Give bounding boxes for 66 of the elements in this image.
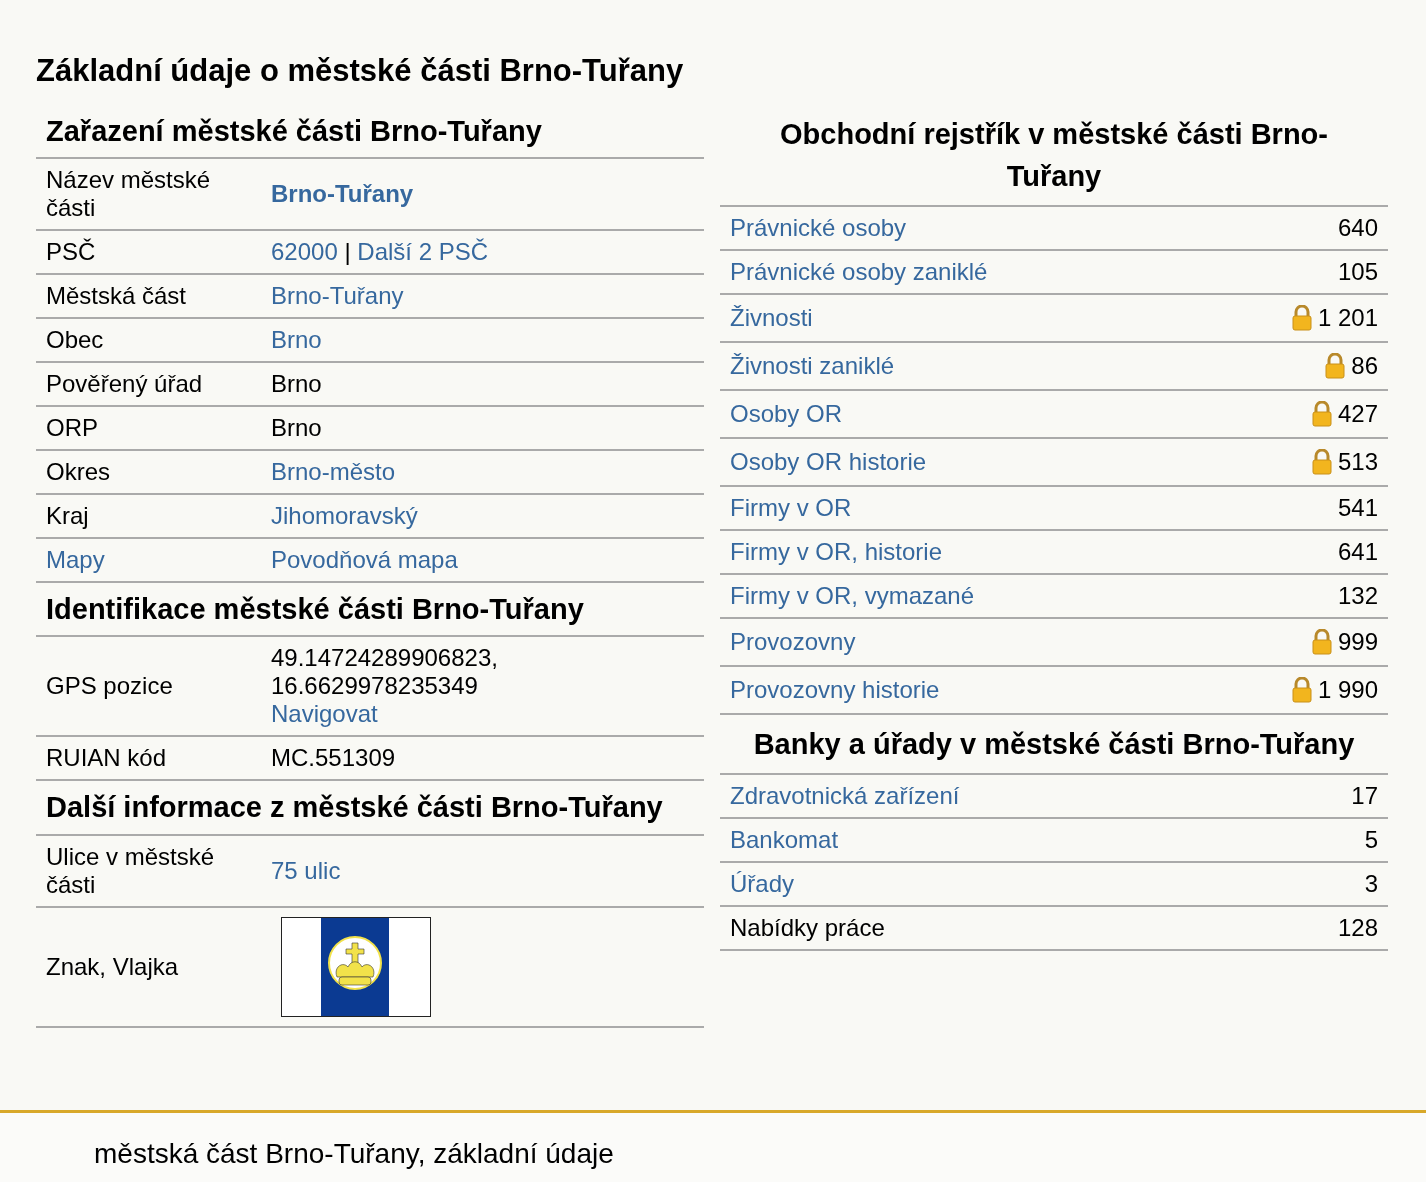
row-label: Pověřený úřad [45, 369, 204, 399]
value-text: Brno [271, 370, 322, 397]
value-link[interactable]: Další 2 PSČ [357, 238, 489, 265]
page-title: Základní údaje o městské části Brno-Tuřany [36, 52, 685, 90]
section-heading: Obchodní rejstřík v městské části Brno-Tuřany [720, 104, 1388, 207]
row-link[interactable]: Osoby OR historie [730, 447, 927, 476]
row-count: 641 [1337, 537, 1378, 566]
value-text: MC.551309 [271, 744, 396, 772]
row-count: 1 201 [1317, 303, 1378, 332]
row-link[interactable]: Zdravotnická zařízení [730, 781, 960, 810]
row-count: 17 [1351, 781, 1378, 810]
row-link[interactable]: Úřady [730, 869, 795, 898]
row-count: 3 [1364, 869, 1378, 898]
row-label: PSČ [45, 237, 97, 267]
row-link[interactable]: Právnické osoby [730, 213, 907, 242]
value-link[interactable]: Jihomoravský [271, 502, 418, 529]
row-link[interactable]: Živnosti zaniklé [730, 351, 895, 380]
row-count: 541 [1337, 493, 1378, 522]
row-label: Okres [45, 457, 111, 487]
row-label: Městská část [45, 281, 188, 311]
row-link[interactable]: Živnosti [730, 303, 813, 332]
row-label: Kraj [45, 501, 90, 531]
row-label: Ulice v městské části [45, 841, 216, 900]
value-link[interactable]: Brno [271, 326, 322, 353]
row-count: 132 [1337, 581, 1378, 610]
section-heading: Zařazení městské části Brno-Tuřany [36, 104, 704, 159]
value-text: 16.6629978235349 [271, 672, 478, 700]
row-link[interactable]: Provozovny historie [730, 675, 940, 704]
value-link[interactable]: Navigovat [271, 700, 378, 728]
row-label: Nabídky práce [730, 913, 885, 942]
value-link[interactable]: 75 ulic [271, 856, 341, 884]
section-heading: Další informace z městské části Brno-Tuřany [36, 781, 704, 836]
row-label: Obec [45, 325, 105, 355]
value-link[interactable]: Brno-Tuřany [271, 282, 404, 309]
map-link[interactable]: Mapy [36, 539, 261, 581]
row-link[interactable]: Právnické osoby zaniklé [730, 257, 988, 286]
row-count: 513 [1337, 447, 1378, 476]
section-heading: Identifikace městské části Brno-Tuřany [36, 583, 704, 638]
row-count: 427 [1337, 399, 1378, 428]
value-link[interactable]: Brno-město [271, 458, 396, 485]
value-link[interactable]: Povodňová mapa [271, 546, 458, 573]
row-label: ORP [45, 413, 99, 443]
value-link[interactable]: 62000 [271, 238, 338, 265]
value-text: 49.14724289906823, [271, 644, 498, 672]
value-text: | [343, 238, 352, 265]
value-text: Brno [271, 414, 322, 441]
row-count: 999 [1337, 627, 1378, 656]
section-heading: Banky a úřady v městské části Brno-Tuřany [720, 714, 1388, 775]
row-count: 128 [1337, 913, 1378, 942]
row-count: 86 [1351, 351, 1378, 380]
row-count: 640 [1337, 213, 1378, 242]
row-link[interactable]: Provozovny [730, 627, 856, 656]
value-link[interactable]: Brno-Tuřany [271, 180, 414, 207]
row-label: Znak, Vlajka [45, 951, 180, 982]
row-link[interactable]: Firmy v OR, vymazané [730, 581, 975, 610]
row-count: 5 [1364, 825, 1378, 854]
row-label: RUIAN kód [45, 743, 168, 774]
row-link[interactable]: Firmy v OR [730, 493, 852, 522]
row-count: 105 [1337, 257, 1378, 286]
row-link[interactable]: Bankomat [730, 825, 839, 854]
row-link[interactable]: Firmy v OR, historie [730, 537, 942, 566]
footer-text: městská část Brno-Tuřany, základní údaje [94, 1138, 614, 1169]
row-count: 1 990 [1317, 675, 1378, 704]
row-link[interactable]: Osoby OR [730, 399, 843, 428]
row-label: Název městské části [45, 165, 212, 223]
row-label: GPS pozice [45, 671, 174, 702]
